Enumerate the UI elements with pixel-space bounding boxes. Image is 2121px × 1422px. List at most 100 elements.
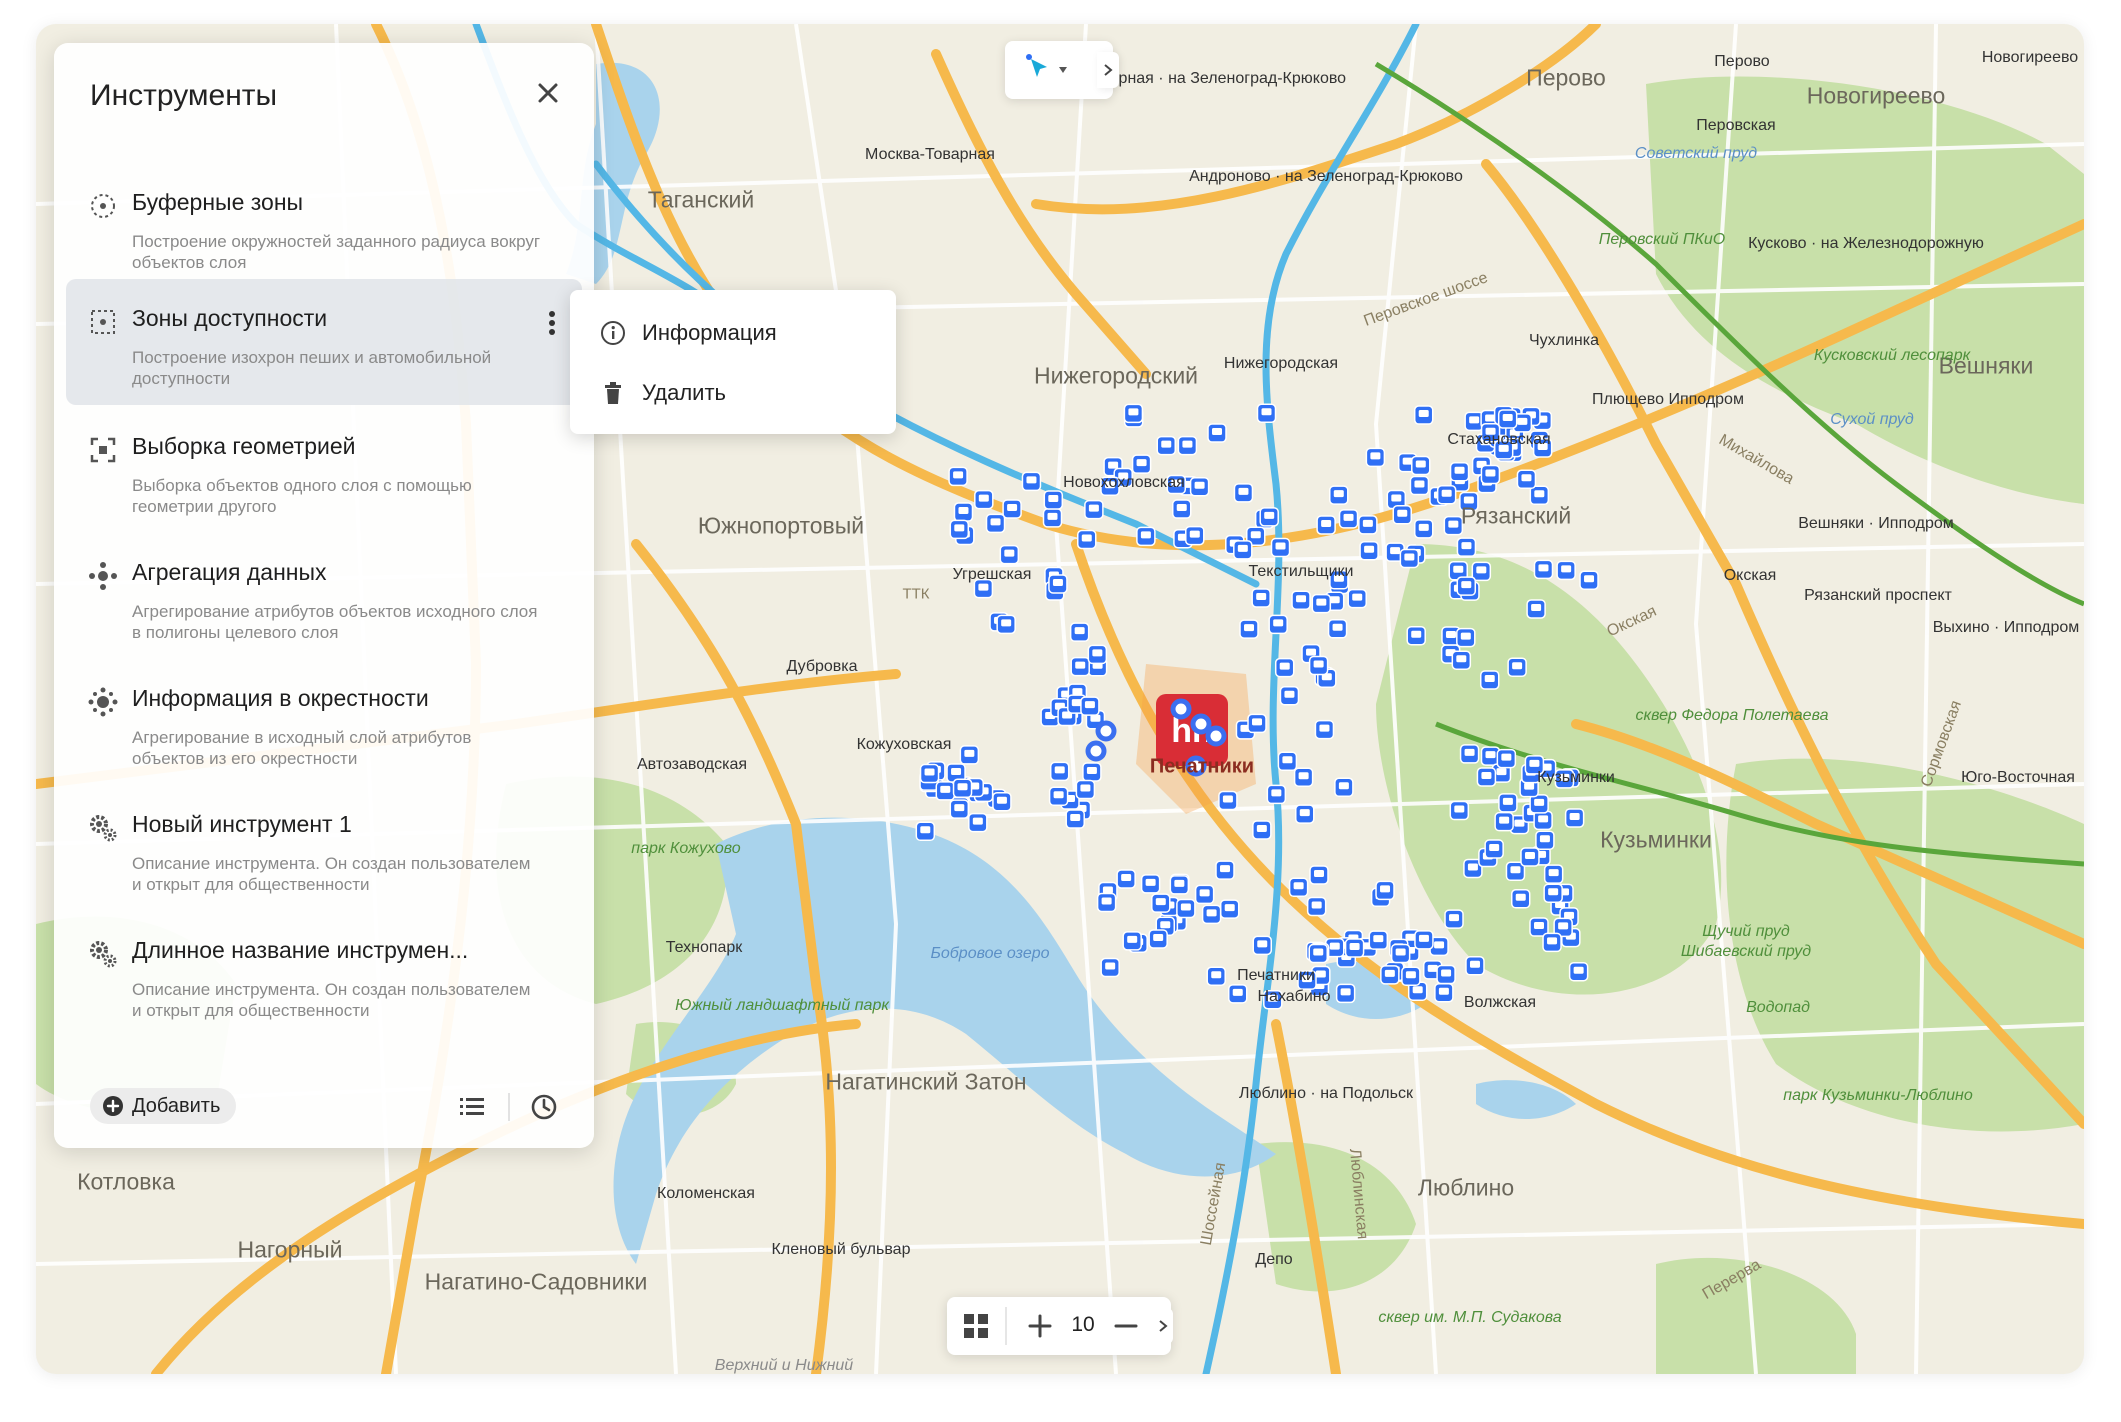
bus-stop-marker[interactable] <box>1451 650 1472 671</box>
bus-stop-marker[interactable] <box>1291 590 1311 610</box>
bus-stop-marker[interactable] <box>1535 830 1555 850</box>
bus-stop-marker[interactable] <box>1510 889 1531 909</box>
bus-stop-marker[interactable] <box>1347 588 1367 609</box>
bus-stop-marker[interactable] <box>1233 540 1253 560</box>
bus-stop-marker[interactable] <box>1080 696 1100 716</box>
close-panel-button[interactable] <box>528 73 568 113</box>
bus-stop-marker[interactable] <box>1266 784 1287 805</box>
bus-stop-marker[interactable] <box>1465 956 1485 976</box>
bus-stop-marker[interactable] <box>1414 930 1434 950</box>
list-view-button[interactable] <box>454 1089 490 1125</box>
bus-stop-marker[interactable] <box>1456 537 1477 557</box>
bus-stop-marker[interactable] <box>1434 982 1454 1003</box>
bus-stop-marker[interactable] <box>1380 965 1400 985</box>
bus-stop-marker[interactable] <box>1151 893 1171 913</box>
bus-stop-marker[interactable] <box>1293 767 1314 787</box>
bus-stop-marker[interactable] <box>1344 938 1365 958</box>
bus-stop-marker[interactable] <box>1411 455 1431 476</box>
bus-stop-marker[interactable] <box>1123 403 1144 424</box>
bus-stop-marker[interactable] <box>1239 619 1259 639</box>
bus-stop-marker[interactable] <box>1334 777 1354 798</box>
bus-stop-marker[interactable] <box>1311 593 1332 614</box>
bus-stop-marker[interactable] <box>1140 874 1161 894</box>
bus-stop-marker[interactable] <box>1256 403 1277 423</box>
bus-stop-marker[interactable] <box>1021 471 1042 492</box>
bus-stop-marker[interactable] <box>1401 966 1421 987</box>
bus-stop-marker[interactable] <box>1252 820 1272 840</box>
bus-stop-marker[interactable] <box>1288 877 1309 898</box>
bus-stop-marker[interactable] <box>949 799 970 819</box>
menu-item-info[interactable]: Информация <box>570 304 896 360</box>
bus-stop-marker[interactable] <box>1479 670 1500 690</box>
bus-stop-marker[interactable] <box>1247 713 1267 734</box>
bus-stop-marker[interactable] <box>1251 588 1271 608</box>
bus-stop-marker[interactable] <box>1529 794 1549 814</box>
bus-stop-marker[interactable] <box>1082 762 1102 782</box>
bus-stop-marker[interactable] <box>1449 800 1470 821</box>
bus-stop-marker[interactable] <box>968 812 988 833</box>
bus-stop-marker[interactable] <box>1392 505 1413 525</box>
bus-stop-marker[interactable] <box>1122 931 1142 951</box>
bus-stop-marker[interactable] <box>1084 499 1104 520</box>
bus-stop-marker[interactable] <box>1274 657 1295 678</box>
bus-stop-marker[interactable] <box>1449 462 1470 482</box>
tool-item-geometry-selection[interactable]: Выборка геометрией Выборка объектов одно… <box>66 407 582 533</box>
bus-stop-marker[interactable] <box>919 763 940 784</box>
bus-stop-marker[interactable] <box>1171 499 1192 519</box>
bus-stop-marker[interactable] <box>1459 744 1480 764</box>
bus-stop-marker[interactable] <box>1456 576 1477 596</box>
tool-item-accessibility-zones[interactable]: Зоны доступности Построение изохрон пеши… <box>66 279 582 405</box>
bus-stop-marker[interactable] <box>1365 447 1386 468</box>
bus-stop-marker[interactable] <box>1206 966 1226 986</box>
bus-stop-marker[interactable] <box>1048 574 1068 594</box>
bus-stop-marker[interactable] <box>1413 405 1434 425</box>
bus-stop-marker[interactable] <box>1314 719 1335 740</box>
bus-stop-marker[interactable] <box>1270 537 1291 558</box>
bus-stop-marker[interactable] <box>1077 529 1097 550</box>
bus-stop-marker[interactable] <box>1520 847 1540 867</box>
menu-item-delete[interactable]: Удалить <box>570 364 896 420</box>
bus-stop-marker[interactable] <box>974 489 994 510</box>
bus-stop-marker[interactable] <box>952 778 973 799</box>
bus-stop-marker[interactable] <box>1215 860 1235 880</box>
bus-stop-marker[interactable] <box>1496 748 1517 769</box>
bus-stop-marker[interactable] <box>992 791 1012 812</box>
zoom-in-icon[interactable] <box>1023 1309 1057 1343</box>
bus-stop-marker[interactable] <box>1259 507 1279 527</box>
bus-stop-marker[interactable] <box>1065 809 1085 829</box>
bus-stop-marker[interactable] <box>1308 943 1328 964</box>
bus-stop-marker[interactable] <box>1338 509 1359 529</box>
bus-stop-marker[interactable] <box>1189 476 1210 497</box>
bus-stop-marker[interactable] <box>1564 808 1585 828</box>
bus-stop-marker[interactable] <box>1498 793 1518 813</box>
bus-stop-marker[interactable] <box>1409 475 1430 496</box>
bus-stop-marker[interactable] <box>1252 935 1273 956</box>
bus-stop-marker[interactable] <box>1295 804 1315 824</box>
bus-stop-marker[interactable] <box>1358 515 1378 535</box>
bus-stop-marker[interactable] <box>1471 561 1492 582</box>
more-options-icon[interactable] <box>538 305 566 341</box>
zoom-toolbar-expand-button[interactable] <box>1153 1308 1173 1344</box>
bus-stop-marker[interactable] <box>1436 485 1457 505</box>
bus-stop-marker[interactable] <box>1375 880 1395 901</box>
bus-stop-marker[interactable] <box>1169 875 1190 895</box>
bus-stop-marker[interactable] <box>1543 883 1563 903</box>
tool-item-new-tool-1[interactable]: Новый инструмент 1 Описание инструмента.… <box>66 785 582 911</box>
bus-stop-marker[interactable] <box>1329 485 1349 505</box>
bus-stop-marker[interactable] <box>1507 657 1527 677</box>
bus-stop-marker[interactable] <box>999 544 1020 565</box>
bus-stop-marker[interactable] <box>1335 983 1356 1004</box>
bus-stop-marker[interactable] <box>1176 898 1196 919</box>
bus-stop-marker[interactable] <box>915 821 936 842</box>
bus-stop-marker[interactable] <box>1456 627 1476 648</box>
bus-stop-marker[interactable] <box>1399 548 1420 569</box>
bus-stop-marker[interactable] <box>1233 483 1254 503</box>
bus-stop-marker[interactable] <box>1436 964 1456 985</box>
bus-stop-marker[interactable] <box>1002 499 1022 519</box>
bus-stop-marker[interactable] <box>1316 515 1336 535</box>
bus-stop-marker[interactable] <box>1308 655 1329 676</box>
bus-stop-marker[interactable] <box>948 466 968 487</box>
bus-stop-marker[interactable] <box>1368 930 1389 950</box>
bus-stop-marker[interactable] <box>1443 515 1464 536</box>
tool-item-neighborhood-info[interactable]: Информация в окрестности Агрегирование в… <box>66 659 582 785</box>
